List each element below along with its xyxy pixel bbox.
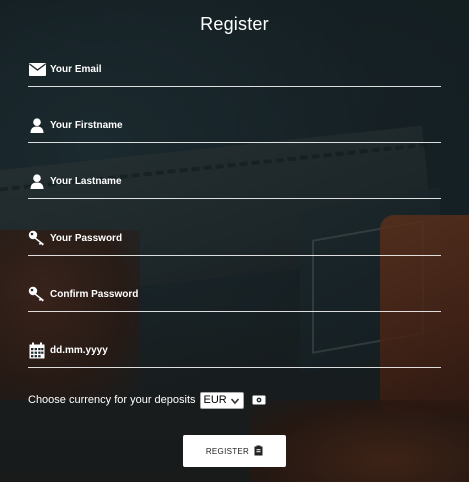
user-icon — [28, 116, 46, 134]
lastname-input[interactable] — [50, 168, 430, 194]
confirm-password-input[interactable] — [50, 281, 430, 307]
currency-select[interactable]: EUR — [199, 391, 244, 409]
clipboard-icon — [254, 445, 263, 458]
key-icon — [28, 285, 46, 303]
password-input[interactable] — [50, 225, 430, 251]
calendar-icon — [28, 341, 46, 359]
key-icon — [28, 229, 46, 247]
register-button-label: REGISTER — [205, 446, 250, 456]
birthdate-input[interactable] — [50, 337, 430, 363]
currency-selected-value: EUR — [203, 394, 227, 406]
money-icon — [252, 395, 266, 405]
email-field-row — [28, 56, 441, 87]
chevron-down-icon — [230, 394, 240, 408]
envelope-icon — [28, 60, 46, 78]
register-form: Register Your Email Your Firstname Your … — [0, 0, 469, 482]
password-field-row — [28, 225, 441, 256]
email-input[interactable] — [50, 56, 430, 82]
form-title: Register — [200, 14, 269, 34]
confirm-password-field-row — [28, 281, 441, 312]
currency-row: Choose currency for your deposits EUR — [28, 390, 266, 410]
firstname-field-row — [28, 112, 441, 143]
birthdate-field-row — [28, 337, 441, 368]
lastname-field-row — [28, 168, 441, 199]
currency-label: Choose currency for your deposits — [28, 394, 196, 406]
register-button[interactable]: REGISTER — [183, 435, 286, 467]
firstname-input[interactable] — [50, 112, 430, 138]
user-icon — [28, 172, 46, 190]
